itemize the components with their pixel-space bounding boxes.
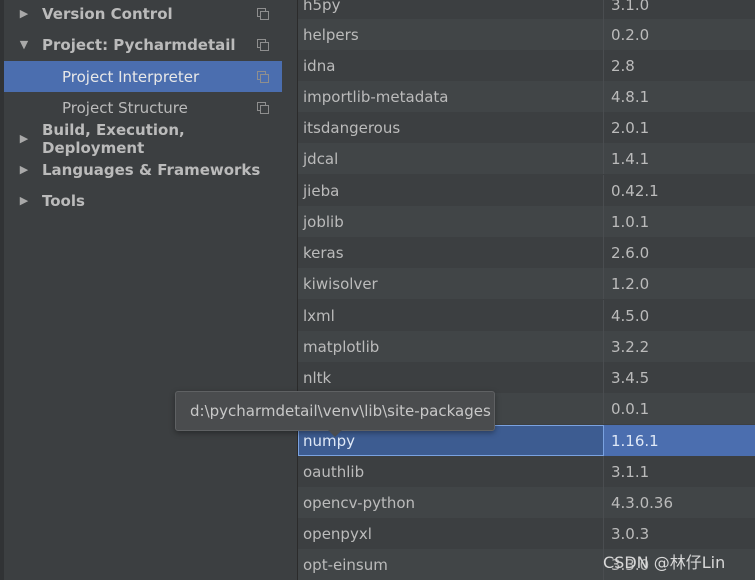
table-row[interactable]: jdcal 1.4.1 (298, 143, 755, 174)
package-version: 1.4.1 (611, 149, 650, 168)
package-version: 4.8.1 (611, 87, 650, 106)
column-separator (603, 487, 604, 518)
package-name: lxml (303, 306, 335, 325)
package-version: 1.2.0 (611, 274, 650, 293)
package-version: 0.42.1 (611, 181, 659, 200)
watermark: CSDN @林仔Lin (603, 553, 726, 572)
package-version: 3.1.0 (611, 0, 650, 14)
table-row[interactable]: joblib 1.0.1 (298, 206, 755, 237)
package-name: nltk (303, 368, 332, 387)
package-name: h5py (303, 0, 341, 14)
tooltip-pointer (328, 430, 342, 437)
column-separator (603, 362, 604, 393)
triangle-right-icon[interactable]: ▶ (18, 132, 30, 145)
settings-sidebar: ▶ Version Control ▼ Project: Pycharmdeta… (0, 0, 282, 580)
table-row[interactable]: matplotlib 3.2.2 (298, 331, 755, 362)
package-version: 1.0.1 (611, 212, 650, 231)
sidebar-item-label: Project Interpreter (62, 67, 200, 86)
column-separator (603, 393, 604, 424)
table-row[interactable]: kiwisolver 1.2.0 (298, 268, 755, 299)
table-row[interactable]: helpers 0.2.0 (298, 19, 755, 50)
column-separator (603, 331, 604, 362)
package-name: jdcal (303, 149, 339, 168)
package-name: keras (303, 243, 344, 262)
column-separator (603, 112, 604, 143)
package-version: 3.0.3 (611, 524, 650, 543)
column-separator (603, 175, 604, 206)
package-name: joblib (303, 212, 344, 231)
column-separator (603, 518, 604, 549)
table-row[interactable]: itsdangerous 2.0.1 (298, 112, 755, 143)
triangle-right-icon[interactable]: ▶ (18, 163, 30, 176)
package-version: 2.0.1 (611, 118, 650, 137)
package-table[interactable]: h5py 3.1.0 helpers 0.2.0 idna 2.8 import… (298, 0, 755, 580)
package-name: oauthlib (303, 462, 365, 481)
column-separator (603, 268, 604, 299)
sidebar-item-project-interpreter[interactable]: Project Interpreter (4, 61, 282, 92)
table-row[interactable]: keras 2.6.0 (298, 237, 755, 268)
package-name: itsdangerous (303, 118, 401, 137)
copy-settings-icon (257, 8, 269, 20)
column-separator (603, 456, 604, 487)
package-version: 4.5.0 (611, 306, 650, 325)
package-name: openpyxl (303, 524, 372, 543)
sidebar-item-label: Project Structure (62, 98, 188, 117)
copy-settings-icon (257, 102, 269, 114)
column-separator (603, 19, 604, 50)
table-row[interactable]: lxml 4.5.0 (298, 300, 755, 331)
table-row[interactable]: h5py 3.1.0 (298, 0, 755, 20)
table-row[interactable]: importlib-metadata 4.8.1 (298, 81, 755, 112)
package-name: jieba (303, 181, 340, 200)
triangle-down-icon[interactable]: ▼ (18, 38, 30, 51)
copy-settings-icon (257, 71, 269, 83)
package-version: 0.2.0 (611, 25, 650, 44)
package-name: kiwisolver (303, 274, 378, 293)
sidebar-item-label: Version Control (42, 4, 173, 23)
sidebar-item-project[interactable]: ▼ Project: Pycharmdetail (4, 29, 282, 60)
column-separator (603, 143, 604, 174)
sidebar-item-project-structure[interactable]: Project Structure (4, 92, 282, 123)
package-name: opencv-python (303, 493, 416, 512)
package-name: helpers (303, 25, 359, 44)
column-separator (603, 50, 604, 81)
column-separator (603, 81, 604, 112)
package-name: idna (303, 56, 336, 75)
package-version: 2.8 (611, 56, 635, 75)
column-separator (603, 0, 604, 20)
sidebar-item-label: Build, Execution, Deployment (42, 120, 185, 157)
package-name: matplotlib (303, 337, 380, 356)
sidebar-item-build-execution-deployment[interactable]: ▶ Build, Execution, Deployment (4, 120, 282, 157)
triangle-right-icon[interactable]: ▶ (18, 194, 30, 207)
package-name: importlib-metadata (303, 87, 449, 106)
sidebar-item-version-control[interactable]: ▶ Version Control (4, 0, 282, 29)
package-version: 1.16.1 (611, 431, 659, 450)
package-version: 4.3.0.36 (611, 493, 674, 512)
package-name: opt-einsum (303, 555, 388, 574)
sidebar-item-tools[interactable]: ▶ Tools (4, 185, 282, 216)
column-separator (603, 300, 604, 331)
path-tooltip: d:\pycharmdetail\venv\lib\site-packages (175, 391, 495, 431)
package-version: 0.0.1 (611, 399, 650, 418)
table-row[interactable]: oauthlib 3.1.1 (298, 456, 755, 487)
column-separator (603, 206, 604, 237)
column-separator (603, 237, 604, 268)
tooltip-text: d:\pycharmdetail\venv\lib\site-packages (190, 402, 491, 420)
panel-divider[interactable] (282, 0, 298, 580)
copy-settings-icon (257, 39, 269, 51)
table-row[interactable]: nltk 3.4.5 (298, 362, 755, 393)
sidebar-item-label: Languages & Frameworks (42, 160, 261, 179)
package-version: 2.6.0 (611, 243, 650, 262)
sidebar-item-languages-frameworks[interactable]: ▶ Languages & Frameworks (4, 154, 282, 185)
triangle-right-icon[interactable]: ▶ (18, 7, 30, 20)
sidebar-item-label: Tools (42, 191, 85, 210)
table-row[interactable]: jieba 0.42.1 (298, 175, 755, 206)
table-row[interactable]: idna 2.8 (298, 50, 755, 81)
sidebar-item-label: Project: Pycharmdetail (42, 35, 236, 54)
table-row[interactable]: opencv-python 4.3.0.36 (298, 487, 755, 518)
table-row[interactable]: openpyxl 3.0.3 (298, 518, 755, 549)
package-version: 3.2.2 (611, 337, 650, 356)
package-version: 3.4.5 (611, 368, 650, 387)
package-version: 3.1.1 (611, 462, 650, 481)
